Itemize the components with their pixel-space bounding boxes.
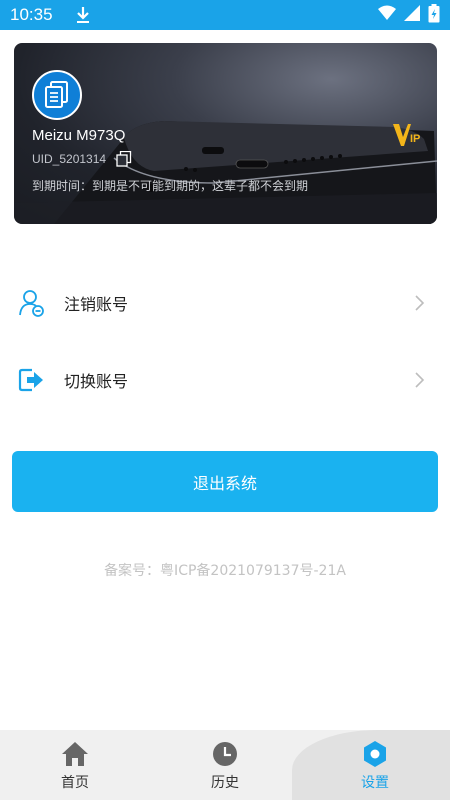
copy-icon[interactable] xyxy=(116,150,132,167)
icp-record-text: 备案号：粤ICP备2021079137号-21A xyxy=(104,563,346,579)
chevron-right-icon xyxy=(414,371,426,389)
bottom-nav: 首页 历史 设置 xyxy=(0,730,450,800)
signal-icon xyxy=(404,5,420,25)
nav-label: 设置 xyxy=(361,775,389,791)
logout-button[interactable]: 退出系统 xyxy=(12,451,438,512)
user-remove-icon xyxy=(18,289,46,317)
device-name: Meizu M973Q xyxy=(32,127,126,144)
settings-icon xyxy=(361,740,389,768)
menu-item-label: 注销账号 xyxy=(64,295,129,314)
expire-text: 到期时间：到期是不可能到期的，这辈子都不会到期 xyxy=(32,179,309,193)
battery-charging-icon xyxy=(428,3,440,27)
nav-item-settings[interactable]: 设置 xyxy=(315,730,435,800)
menu-item-deregister[interactable]: 注销账号 xyxy=(0,274,450,332)
clock-icon xyxy=(211,740,239,768)
nav-label: 历史 xyxy=(211,775,239,791)
wifi-icon xyxy=(378,5,396,25)
status-bar: 10:35 xyxy=(0,0,450,30)
chevron-right-icon xyxy=(414,294,426,312)
menu-item-switch-account[interactable]: 切换账号 xyxy=(0,351,450,409)
uid-row: UID_5201314 xyxy=(32,150,132,167)
status-time: 10:35 xyxy=(10,5,53,24)
avatar[interactable] xyxy=(32,70,82,120)
document-icon xyxy=(45,81,68,108)
nav-label: 首页 xyxy=(61,775,89,791)
download-icon xyxy=(75,6,91,24)
profile-card: Meizu M973Q UID_5201314 到期时间：到期是不可能到期的，这… xyxy=(14,43,437,224)
menu-item-label: 切换账号 xyxy=(64,372,129,391)
nav-item-home[interactable]: 首页 xyxy=(15,730,135,800)
svg-text:IP: IP xyxy=(410,133,420,145)
nav-item-history[interactable]: 历史 xyxy=(165,730,285,800)
uid-text: UID_5201314 xyxy=(32,152,107,166)
home-icon xyxy=(61,740,89,768)
switch-account-icon xyxy=(18,366,46,394)
vip-badge: IP xyxy=(392,120,422,150)
